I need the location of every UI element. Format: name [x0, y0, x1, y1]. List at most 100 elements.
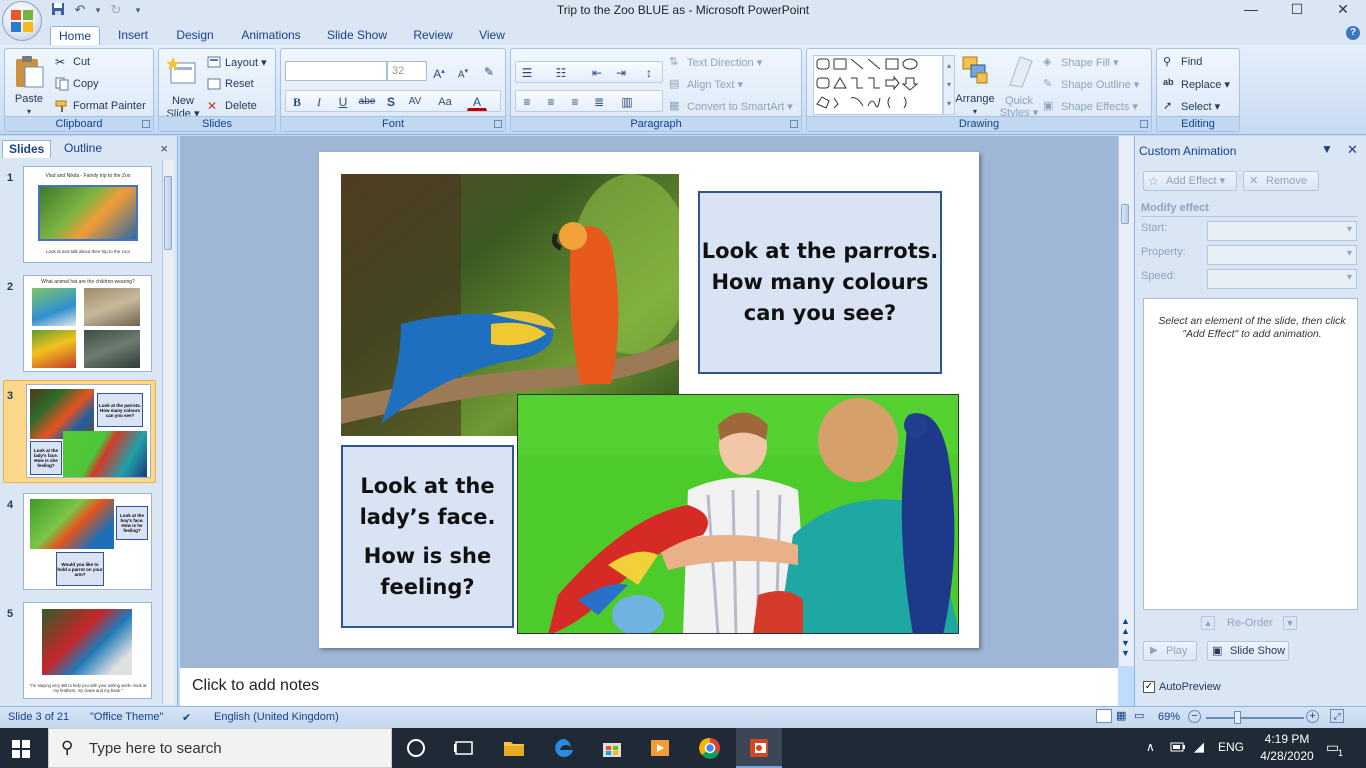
- layout-button[interactable]: Layout ▾: [207, 55, 267, 69]
- cortana-icon[interactable]: [404, 736, 428, 760]
- arrange-button[interactable]: Arrange ▾: [955, 53, 995, 116]
- play-button[interactable]: ▶ Play: [1143, 641, 1197, 661]
- tab-review[interactable]: Review: [406, 26, 460, 46]
- language-indicator[interactable]: English (United Kingdom): [214, 711, 339, 723]
- zoom-out-icon[interactable]: −: [1188, 710, 1201, 723]
- previous-slide-icon[interactable]: ▲ ▲: [1121, 616, 1130, 636]
- minimize-button[interactable]: —: [1228, 0, 1274, 20]
- zoom-slider[interactable]: [1206, 717, 1304, 719]
- tab-home[interactable]: Home: [50, 26, 100, 46]
- slides-panel-scrollbar[interactable]: [162, 160, 174, 704]
- tab-design[interactable]: Design: [168, 26, 222, 46]
- bullets-icon[interactable]: ☰: [517, 62, 537, 82]
- start-button[interactable]: [12, 740, 30, 758]
- slide-show-button[interactable]: ▣ Slide Show: [1207, 641, 1289, 661]
- taskbar-search-box[interactable]: ⚲ Type here to search: [48, 728, 392, 768]
- pane-close-icon[interactable]: ✕: [1347, 142, 1358, 158]
- zoom-in-icon[interactable]: +: [1306, 710, 1319, 723]
- align-left-icon[interactable]: ≡: [517, 91, 537, 111]
- align-text-button[interactable]: ▤ Align Text ▾: [669, 77, 743, 91]
- slide-thumbnail-2[interactable]: What animal hat are the children wearing…: [23, 275, 152, 372]
- speed-select[interactable]: [1207, 269, 1357, 289]
- text-direction-button[interactable]: ⇅ Text Direction ▾: [669, 55, 762, 69]
- quick-styles-button[interactable]: Quick Styles ▾: [997, 53, 1041, 119]
- tab-insert[interactable]: Insert: [108, 26, 158, 46]
- reset-button[interactable]: Reset: [207, 77, 254, 91]
- align-right-icon[interactable]: ≡: [565, 91, 585, 111]
- lady-parrots-photo[interactable]: [517, 394, 959, 634]
- font-name-combo[interactable]: [285, 61, 387, 81]
- question-box-parrots[interactable]: Look at the parrots. How many colours ca…: [698, 191, 942, 374]
- network-icon[interactable]: ◢: [1194, 739, 1204, 755]
- underline-icon[interactable]: U: [333, 91, 353, 111]
- paragraph-dialog-launcher-icon[interactable]: [790, 120, 798, 128]
- animation-list[interactable]: Select an element of the slide, then cli…: [1143, 298, 1358, 610]
- help-icon[interactable]: ?: [1346, 26, 1360, 40]
- chrome-icon[interactable]: [698, 736, 722, 760]
- format-painter-button[interactable]: Format Painter: [55, 99, 146, 113]
- paste-button[interactable]: Paste ▾: [9, 53, 49, 116]
- line-spacing-icon[interactable]: ↕: [639, 62, 659, 82]
- slide-thumbnail-4[interactable]: Look at the boy's face. How is he feelin…: [23, 493, 152, 590]
- next-slide-icon[interactable]: ▼ ▼: [1121, 638, 1130, 658]
- slide-thumbnail-3[interactable]: Look at the parrots. How many colours ca…: [26, 384, 151, 478]
- add-effect-button[interactable]: ☆ Add Effect ▾: [1143, 171, 1237, 191]
- office-button[interactable]: [2, 1, 42, 41]
- delete-button[interactable]: ✕ Delete: [207, 99, 257, 113]
- current-slide[interactable]: Look at the parrots. How many colours ca…: [319, 152, 979, 648]
- spelling-icon[interactable]: ✔: [182, 711, 191, 724]
- clear-formatting-icon[interactable]: ✎: [479, 61, 499, 81]
- find-button[interactable]: ⚲ Find: [1163, 55, 1202, 69]
- move-down-icon[interactable]: ▼: [1283, 616, 1297, 630]
- battery-icon[interactable]: [1170, 741, 1186, 756]
- strikethrough-icon[interactable]: abe: [357, 91, 377, 111]
- slide-show-view-icon[interactable]: ▭: [1134, 709, 1144, 722]
- store-icon[interactable]: [600, 736, 624, 760]
- clock-date[interactable]: 4/28/2020: [1256, 749, 1318, 763]
- tab-animations[interactable]: Animations: [234, 26, 308, 46]
- cut-button[interactable]: ✂ Cut: [55, 55, 90, 69]
- pane-options-icon[interactable]: ▼: [1321, 142, 1333, 156]
- slide-thumbnail-1[interactable]: Vlad and Nikita - Family trip to the Zoo…: [23, 166, 152, 263]
- notes-pane[interactable]: Click to add notes: [180, 666, 1118, 706]
- task-view-icon[interactable]: [452, 736, 476, 760]
- clipboard-dialog-launcher-icon[interactable]: [142, 120, 150, 128]
- grow-font-icon[interactable]: A▴: [429, 61, 449, 81]
- zoom-level[interactable]: 69%: [1158, 711, 1180, 723]
- video-editor-icon[interactable]: [648, 736, 672, 760]
- input-language[interactable]: ENG: [1218, 740, 1244, 754]
- replace-button[interactable]: ab Replace ▾: [1163, 77, 1230, 91]
- panel-close-icon[interactable]: ×: [160, 141, 168, 156]
- align-center-icon[interactable]: ≡: [541, 91, 561, 111]
- font-size-combo[interactable]: 32: [387, 61, 427, 81]
- justify-icon[interactable]: ≣: [589, 91, 609, 111]
- tab-view[interactable]: View: [470, 26, 514, 46]
- slide-sorter-icon[interactable]: ▦: [1116, 709, 1126, 722]
- close-button[interactable]: ✕: [1320, 0, 1366, 20]
- select-button[interactable]: ➚ Select ▾: [1163, 99, 1220, 113]
- question-box-face[interactable]: Look at the lady’s face. How is she feel…: [341, 445, 514, 628]
- file-explorer-icon[interactable]: [502, 736, 526, 760]
- maximize-button[interactable]: ☐: [1274, 0, 1320, 20]
- slides-panel-scroll-thumb[interactable]: [164, 176, 172, 250]
- copy-button[interactable]: Copy: [55, 77, 99, 91]
- slide-scroll-thumb[interactable]: [1121, 204, 1129, 224]
- show-hidden-icons[interactable]: ∧: [1146, 740, 1155, 754]
- clock-time[interactable]: 4:19 PM: [1260, 732, 1314, 746]
- shape-fill-button[interactable]: ◈ Shape Fill ▾: [1043, 55, 1119, 69]
- property-select[interactable]: [1207, 245, 1357, 265]
- shrink-font-icon[interactable]: A▾: [453, 61, 473, 81]
- powerpoint-icon[interactable]: [747, 736, 771, 760]
- shape-outline-button[interactable]: ✎ Shape Outline ▾: [1043, 77, 1139, 91]
- tab-slides[interactable]: Slides: [2, 140, 52, 158]
- italic-icon[interactable]: I: [309, 91, 329, 111]
- shapes-gallery[interactable]: [813, 55, 943, 115]
- columns-icon[interactable]: ▥: [617, 91, 637, 111]
- increase-indent-icon[interactable]: ⇥: [611, 62, 631, 82]
- decrease-indent-icon[interactable]: ⇤: [587, 62, 607, 82]
- drawing-dialog-launcher-icon[interactable]: [1140, 120, 1148, 128]
- bold-icon[interactable]: B: [287, 91, 307, 111]
- edge-browser-icon[interactable]: [552, 736, 576, 760]
- slide-thumbnail-5[interactable]: "I'm staying very still to help you with…: [23, 602, 152, 699]
- fit-to-window-icon[interactable]: ⤢: [1330, 709, 1344, 723]
